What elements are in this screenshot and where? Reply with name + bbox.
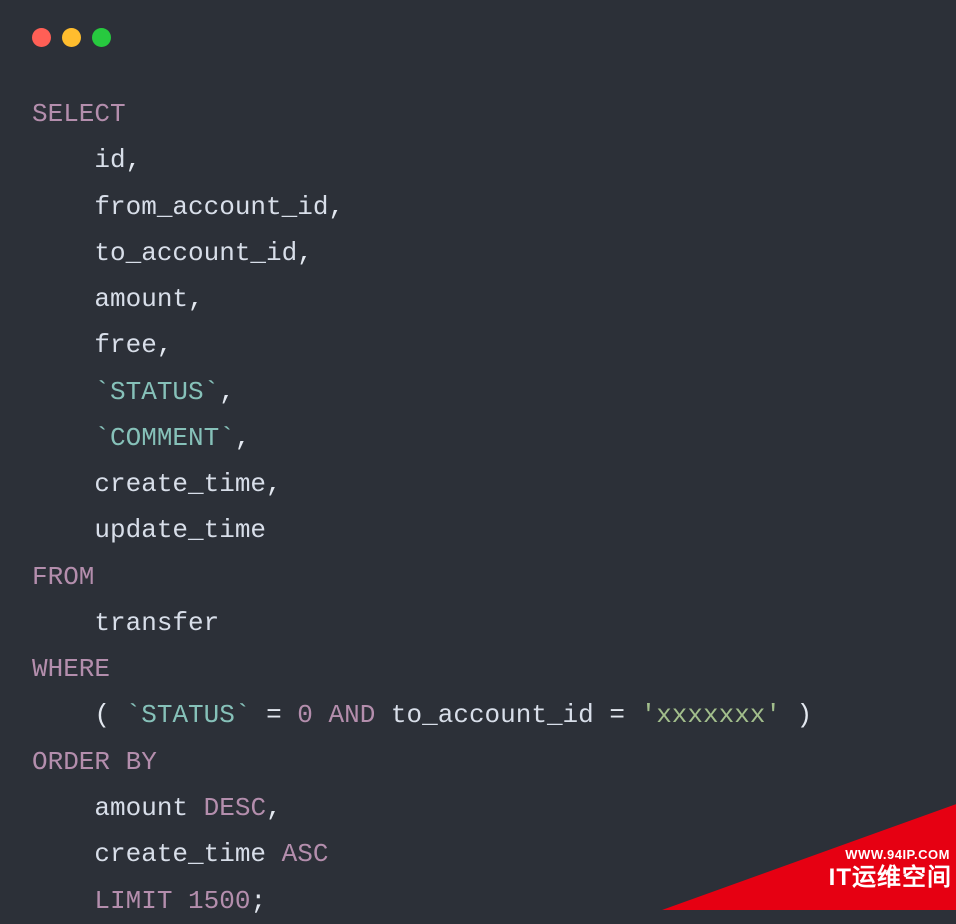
- code-token: [250, 700, 266, 730]
- code-token: to_account_id: [375, 700, 609, 730]
- code-token: `COMMENT`: [94, 423, 234, 453]
- code-token: [313, 700, 329, 730]
- code-token: 'xxxxxxx': [641, 700, 781, 730]
- code-token: LIMIT: [94, 886, 172, 916]
- maximize-icon[interactable]: [92, 28, 111, 47]
- code-token: `STATUS`: [126, 700, 251, 730]
- code-token: [282, 700, 298, 730]
- code-token: from_account_id: [32, 192, 328, 222]
- code-token: ,: [235, 423, 251, 453]
- code-token: update_time: [32, 515, 266, 545]
- code-token: 0: [297, 700, 313, 730]
- code-token: [32, 377, 94, 407]
- code-token: [110, 700, 126, 730]
- code-token: ,: [328, 192, 344, 222]
- code-token: create_time: [32, 839, 282, 869]
- code-token: 1500: [188, 886, 250, 916]
- window-controls: [0, 0, 956, 47]
- code-token: ,: [188, 284, 204, 314]
- code-token: create_time: [32, 469, 266, 499]
- code-token: [32, 423, 94, 453]
- code-token: [32, 886, 94, 916]
- code-token: `STATUS`: [94, 377, 219, 407]
- code-token: DESC: [204, 793, 266, 823]
- code-token: free: [32, 330, 157, 360]
- code-token: ): [797, 700, 813, 730]
- code-token: to_account_id: [32, 238, 297, 268]
- code-token: FROM: [32, 562, 94, 592]
- code-token: ORDER BY: [32, 747, 157, 777]
- code-token: ,: [219, 377, 235, 407]
- code-token: AND: [329, 700, 376, 730]
- code-token: [172, 886, 188, 916]
- code-token: [625, 700, 641, 730]
- code-token: ,: [297, 238, 313, 268]
- close-icon[interactable]: [32, 28, 51, 47]
- code-token: =: [609, 700, 625, 730]
- code-token: ;: [250, 886, 266, 916]
- code-token: [781, 700, 797, 730]
- code-token: [32, 700, 94, 730]
- code-token: =: [266, 700, 282, 730]
- code-token: ,: [266, 469, 282, 499]
- code-token: ,: [157, 330, 173, 360]
- code-token: ASC: [282, 839, 329, 869]
- code-token: ,: [266, 793, 282, 823]
- code-token: ,: [126, 145, 142, 175]
- minimize-icon[interactable]: [62, 28, 81, 47]
- code-token: amount: [32, 793, 204, 823]
- code-token: transfer: [32, 608, 219, 638]
- code-token: (: [94, 700, 110, 730]
- code-token: WHERE: [32, 654, 110, 684]
- sql-code-block: SELECT id, from_account_id, to_account_i…: [0, 47, 956, 924]
- code-token: id: [32, 145, 126, 175]
- code-token: amount: [32, 284, 188, 314]
- code-token: SELECT: [32, 99, 126, 129]
